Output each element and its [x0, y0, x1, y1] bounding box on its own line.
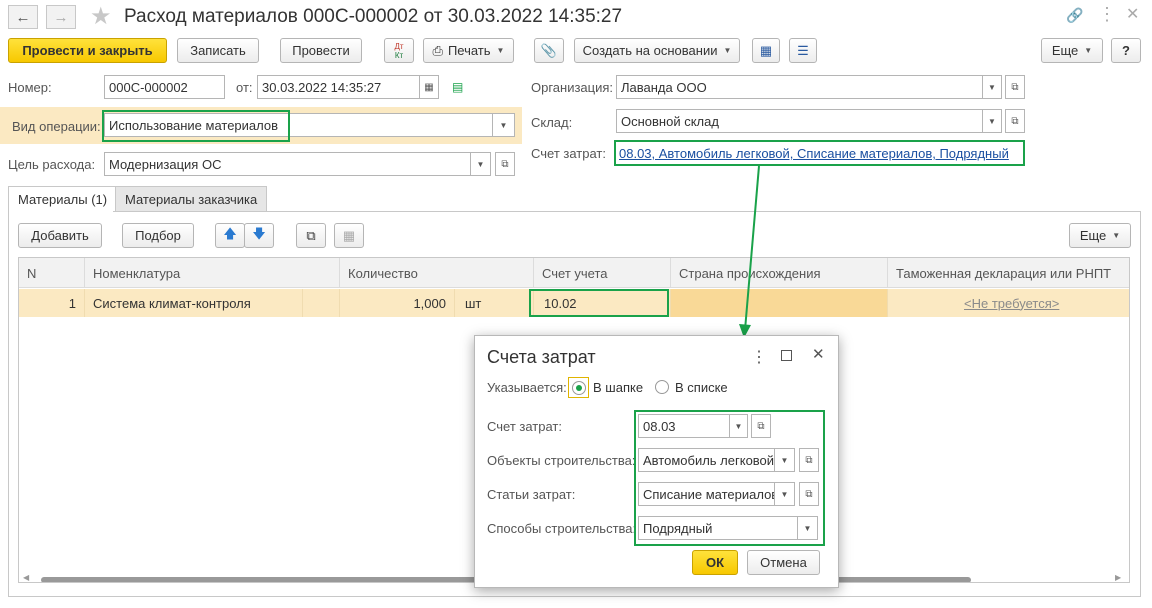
specified-label: Указывается:: [487, 380, 567, 395]
arrow-line: [744, 165, 760, 331]
radio-header-label[interactable]: В шапке: [593, 380, 643, 395]
methods-field[interactable]: Подрядный: [638, 516, 798, 540]
open-icon: ⧉: [757, 420, 765, 432]
cost-items-open[interactable]: ⧉: [799, 482, 819, 506]
radio-list[interactable]: [655, 380, 669, 394]
chevron-down-icon: ▼: [780, 489, 789, 499]
chevron-down-icon: ▼: [734, 421, 743, 431]
dialog-more-icon[interactable]: ⋮: [751, 347, 767, 367]
dialog-cost-account-field[interactable]: 08.03: [638, 414, 730, 438]
radio-list-label[interactable]: В списке: [675, 380, 728, 395]
maximize-icon[interactable]: [781, 350, 792, 361]
objects-open[interactable]: ⧉: [799, 448, 819, 472]
ok-button[interactable]: ОК: [692, 550, 738, 575]
open-icon: ⧉: [805, 488, 813, 500]
radio-header[interactable]: [571, 380, 586, 395]
objects-field[interactable]: Автомобиль легковой: [638, 448, 775, 472]
cost-accounts-dialog: Счета затрат ⋮ ✕ Указывается: В шапке В …: [474, 335, 839, 588]
chevron-down-icon: ▼: [803, 523, 812, 533]
objects-label: Объекты строительства:: [487, 453, 636, 468]
chevron-down-icon: ▼: [780, 455, 789, 465]
cost-items-label: Статьи затрат:: [487, 487, 576, 502]
methods-label: Способы строительства:: [487, 521, 637, 536]
radio-header-focus[interactable]: [568, 377, 589, 398]
dialog-cost-account-label: Счет затрат:: [487, 419, 562, 434]
cost-items-field[interactable]: Списание материалов: [638, 482, 775, 506]
open-icon: ⧉: [805, 454, 813, 466]
methods-dropdown[interactable]: ▼: [798, 516, 818, 540]
dialog-cost-account-open[interactable]: ⧉: [751, 414, 771, 438]
dialog-cost-account-dropdown[interactable]: ▼: [730, 414, 748, 438]
dialog-title: Счета затрат: [487, 347, 596, 367]
cost-items-dropdown[interactable]: ▼: [775, 482, 795, 506]
objects-dropdown[interactable]: ▼: [775, 448, 795, 472]
cancel-button[interactable]: Отмена: [747, 550, 820, 575]
dialog-close-icon[interactable]: ✕: [812, 345, 825, 363]
